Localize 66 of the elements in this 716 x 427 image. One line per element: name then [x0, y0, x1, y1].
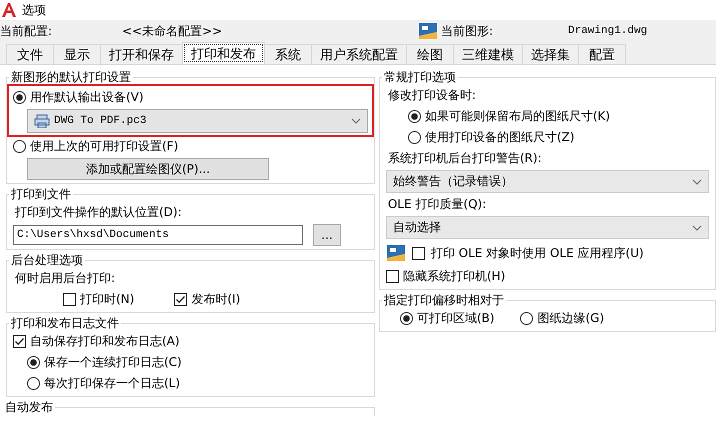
radio-button[interactable]	[27, 356, 40, 369]
radio-button[interactable]	[400, 312, 413, 325]
radio-label: 如果可能则保留布局的图纸尺寸(K)	[424, 108, 610, 125]
checkbox[interactable]	[13, 335, 26, 348]
add-plotter-button[interactable]: 添加或配置绘图仪(P)...	[27, 158, 269, 180]
field-label: OLE 打印质量(Q):	[386, 196, 488, 213]
radio-label: 每次打印保存一个日志(L)	[44, 375, 180, 392]
tab[interactable]: 显示	[53, 44, 101, 64]
radio-label: 使用上次的可用打印设置(F)	[30, 138, 178, 155]
radio-label: 使用打印设备的图纸尺寸(Z)	[424, 129, 574, 146]
dropdown[interactable]: 自动选择	[386, 216, 709, 239]
tab[interactable]: 绘图	[406, 44, 454, 64]
group-title: 打印到文件	[10, 186, 72, 203]
dropdown-caret-icon	[350, 118, 361, 124]
group-title: 后台处理选项	[10, 252, 84, 269]
device-dropdown[interactable]: DWG To PDF.pc3	[27, 109, 368, 133]
tab[interactable]: 用户系统配置	[311, 44, 407, 64]
dropdown-caret-icon	[692, 178, 702, 184]
radio-button[interactable]	[27, 377, 40, 390]
radio-label: 用作默认输出设备(V)	[30, 89, 144, 106]
checkbox[interactable]	[174, 293, 188, 306]
drawing-label: 当前图形:	[441, 22, 494, 40]
profile-name: <<未命名配置>>	[122, 22, 224, 40]
drawing-icon	[418, 22, 438, 40]
tab[interactable]: 系统	[264, 44, 312, 64]
radio-label: 图纸边缘(G)	[537, 310, 604, 327]
radio-button[interactable]	[13, 91, 26, 104]
tab[interactable]: 三维建模	[453, 44, 523, 64]
group-title: 打印和发布日志文件	[10, 315, 120, 332]
radio-label: 可打印区域(B)	[416, 310, 494, 327]
field-label: 打印到文件操作的默认位置(D):	[14, 204, 183, 221]
dropdown[interactable]: 始终警告（记录错误）	[386, 170, 709, 193]
tab[interactable]: 配置	[578, 44, 626, 64]
tab[interactable]: 选择集	[522, 44, 579, 64]
tab[interactable]: 打开和保存	[100, 44, 183, 64]
radio-button[interactable]	[408, 131, 421, 144]
radio-button[interactable]	[13, 140, 26, 153]
checkbox[interactable]	[386, 270, 399, 283]
dropdown-caret-icon	[692, 224, 702, 230]
app-logo-icon	[1, 3, 17, 17]
group-title: 自动发布	[4, 399, 54, 416]
drawing-icon	[386, 244, 406, 262]
group-title: 新图形的默认打印设置	[10, 69, 132, 86]
group-title: 指定打印偏移时相对于	[382, 292, 505, 309]
checkbox-label: 发布时(I)	[191, 291, 240, 308]
group-title: 常规打印选项	[382, 69, 457, 86]
checkbox-label: 自动保存打印和发布日志(A)	[30, 333, 180, 350]
path-field[interactable]: C:\Users\hxsd\Documents	[13, 225, 303, 245]
checkbox[interactable]	[63, 293, 76, 306]
checkbox-label: 打印 OLE 对象时使用 OLE 应用程序(U)	[430, 244, 644, 262]
browse-button[interactable]: ...	[313, 224, 341, 246]
checkbox-label: 隐藏系统打印机(H)	[402, 268, 506, 285]
drawing-name: Drawing1.dwg	[568, 25, 648, 37]
radio-button[interactable]	[408, 110, 421, 123]
profile-label: 当前配置:	[0, 22, 54, 40]
field-label: 系统打印机后台打印警告(R):	[386, 150, 543, 167]
tab[interactable]: 文件	[6, 44, 54, 64]
radio-label: 保存一个连续打印日志(C)	[44, 354, 182, 371]
checkbox-label: 打印时(N)	[80, 291, 134, 308]
tab[interactable]: 打印和发布	[182, 42, 265, 64]
field-label: 何时启用后台打印:	[14, 270, 116, 287]
radio-button[interactable]	[520, 312, 534, 325]
checkbox[interactable]	[412, 246, 425, 260]
window-title: 选项	[22, 2, 46, 18]
field-label: 修改打印设备时:	[386, 87, 477, 104]
printer-icon	[34, 114, 50, 128]
